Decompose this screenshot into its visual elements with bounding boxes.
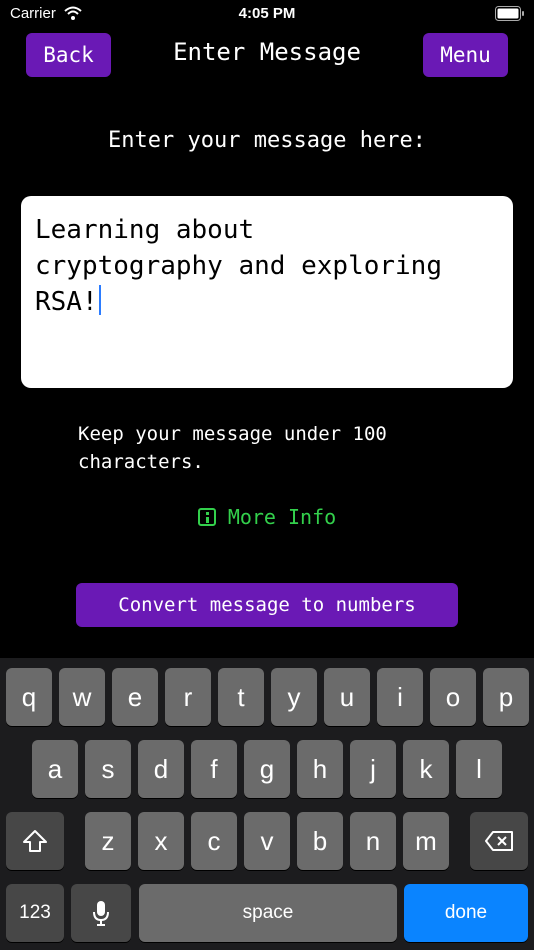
more-info-label: More Info [227,505,337,529]
key-a[interactable]: a [32,740,78,798]
space-key[interactable]: space [139,884,397,942]
key-v[interactable]: v [244,812,290,870]
key-b[interactable]: b [297,812,343,870]
key-c[interactable]: c [191,812,237,870]
key-d[interactable]: d [138,740,184,798]
info-icon [197,508,216,526]
dictation-key[interactable] [71,884,131,942]
hint-line-2: characters. [78,451,204,473]
key-e[interactable]: e [112,668,158,726]
status-bar: Carrier 4:05 PM [0,0,534,28]
message-line-1: Learning about [35,215,255,245]
convert-button[interactable]: Convert message to numbers [76,583,458,627]
microphone-icon [93,901,109,926]
delete-key[interactable] [470,812,528,870]
backspace-icon [485,831,513,851]
key-h[interactable]: h [297,740,343,798]
keyboard: q w e r t y u i o p a s d f g h j k l z … [0,658,534,950]
done-key[interactable]: done [404,884,528,942]
shift-icon [23,830,47,852]
message-input[interactable]: Learning about cryptography and explorin… [21,196,513,388]
more-info-link[interactable]: More Info [0,505,534,529]
key-i[interactable]: i [377,668,423,726]
battery-icon [495,6,525,25]
key-f[interactable]: f [191,740,237,798]
key-p[interactable]: p [483,668,529,726]
key-o[interactable]: o [430,668,476,726]
key-m[interactable]: m [403,812,449,870]
key-l[interactable]: l [456,740,502,798]
key-k[interactable]: k [403,740,449,798]
shift-key[interactable] [6,812,64,870]
menu-button[interactable]: Menu [423,33,508,77]
numbers-key[interactable]: 123 [6,884,64,942]
length-hint: Keep your message under 100 characters. [78,420,468,476]
key-g[interactable]: g [244,740,290,798]
message-line-2: cryptography and exploring [35,251,442,281]
key-r[interactable]: r [165,668,211,726]
key-j[interactable]: j [350,740,396,798]
key-u[interactable]: u [324,668,370,726]
message-prompt: Enter your message here: [108,128,426,153]
key-n[interactable]: n [350,812,396,870]
text-caret [98,285,101,315]
key-x[interactable]: x [138,812,184,870]
key-z[interactable]: z [85,812,131,870]
hint-line-1: Keep your message under 100 [78,423,387,445]
message-line-3: RSA! [35,287,98,317]
status-time: 4:05 PM [238,5,296,22]
key-w[interactable]: w [59,668,105,726]
key-q[interactable]: q [6,668,52,726]
key-y[interactable]: y [271,668,317,726]
key-s[interactable]: s [85,740,131,798]
key-t[interactable]: t [218,668,264,726]
